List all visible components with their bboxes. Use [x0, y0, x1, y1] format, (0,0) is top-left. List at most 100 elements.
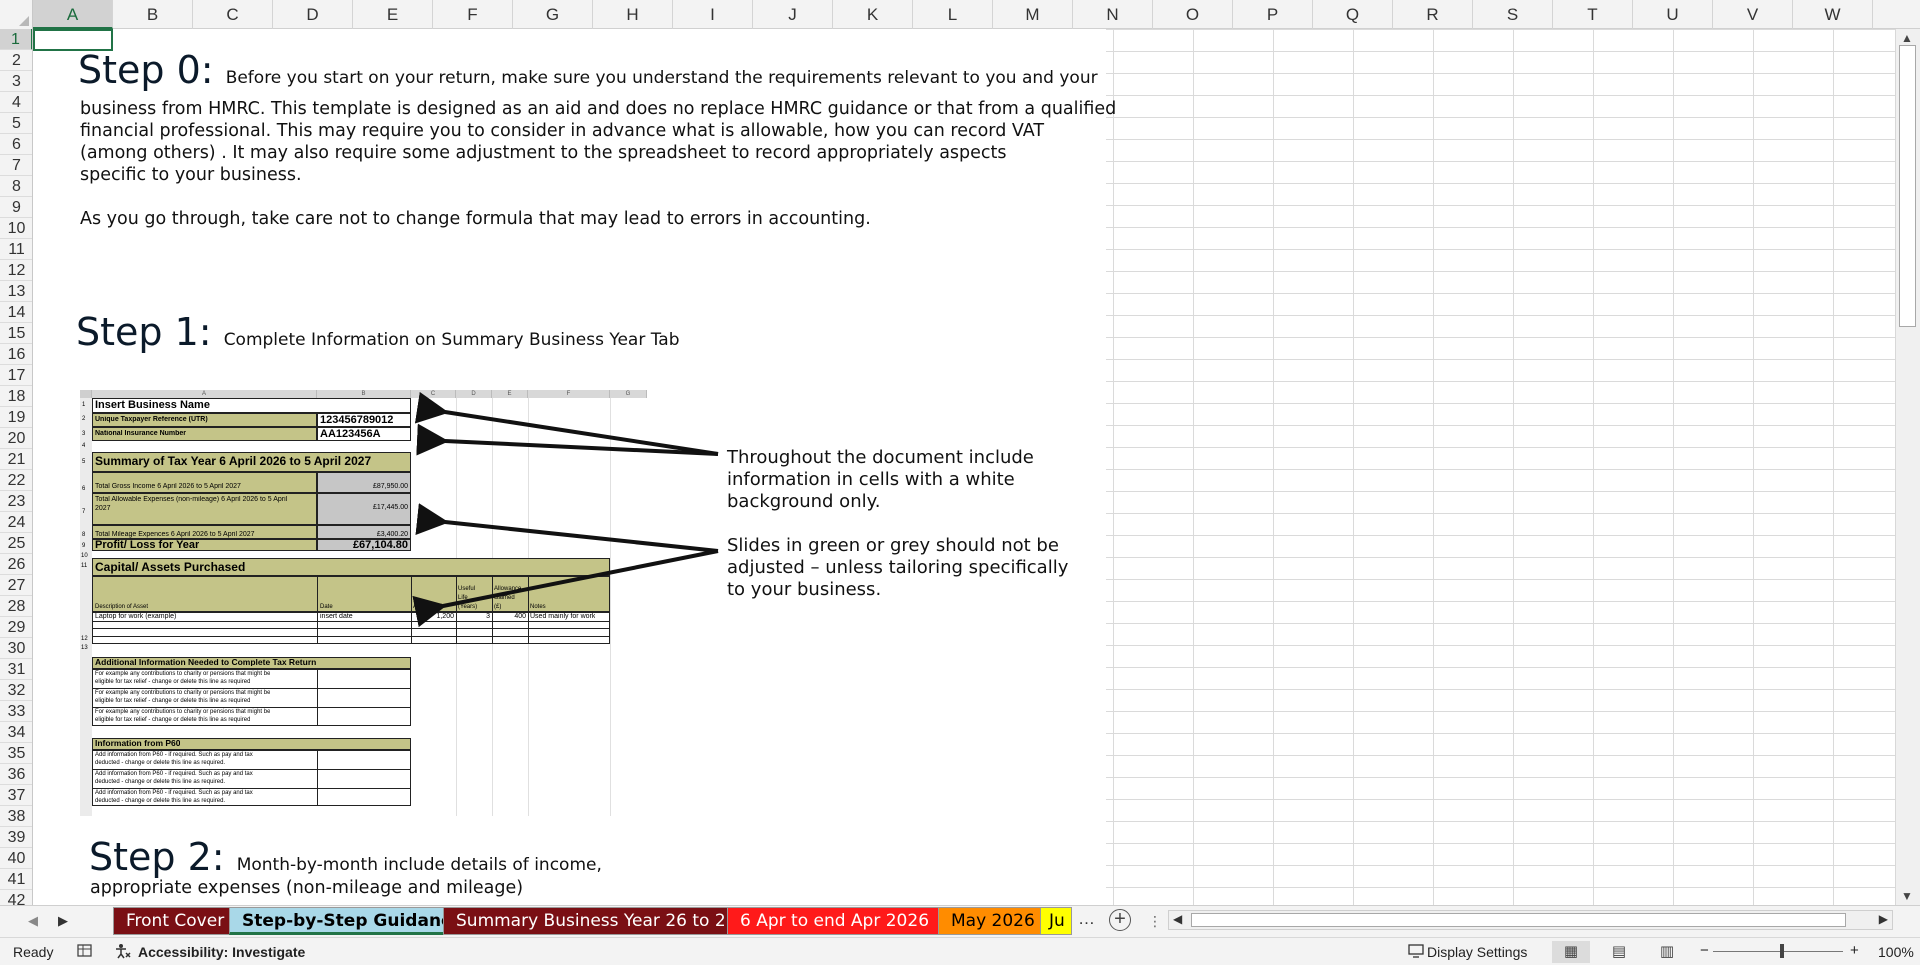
accessibility-icon[interactable] [115, 943, 131, 959]
row-header-23[interactable]: 23 [0, 491, 32, 512]
display-settings-label[interactable]: Display Settings [1427, 944, 1527, 960]
vertical-scroll-thumb[interactable] [1899, 45, 1916, 327]
column-header-e[interactable]: E [353, 0, 433, 29]
column-header-o[interactable]: O [1153, 0, 1233, 29]
column-header-s[interactable]: S [1473, 0, 1553, 29]
tab-next-icon[interactable]: ▶ [58, 913, 68, 929]
row-header-39[interactable]: 39 [0, 827, 32, 848]
column-header-p[interactable]: P [1233, 0, 1313, 29]
row-header-15[interactable]: 15 [0, 323, 32, 344]
row-header-21[interactable]: 21 [0, 449, 32, 470]
select-all-corner[interactable] [0, 0, 33, 29]
row-header-31[interactable]: 31 [0, 659, 32, 680]
row-header-26[interactable]: 26 [0, 554, 32, 575]
row-header-3[interactable]: 3 [0, 71, 32, 92]
row-header-8[interactable]: 8 [0, 176, 32, 197]
column-header-v[interactable]: V [1713, 0, 1793, 29]
row-header-35[interactable]: 35 [0, 743, 32, 764]
zoom-slider-thumb[interactable] [1780, 944, 1784, 958]
row-header-1[interactable]: 1 [0, 29, 32, 50]
row-header-14[interactable]: 14 [0, 302, 32, 323]
row-header-20[interactable]: 20 [0, 428, 32, 449]
summary-tab-screenshot[interactable]: A B C D E F G 1 2 3 4 5 6 7 8 9 10 11 12 [80, 390, 647, 816]
row-header-36[interactable]: 36 [0, 764, 32, 785]
row-header-17[interactable]: 17 [0, 365, 32, 386]
column-header-f[interactable]: F [433, 0, 513, 29]
column-header-j[interactable]: J [753, 0, 833, 29]
row-header-27[interactable]: 27 [0, 575, 32, 596]
column-header-h[interactable]: H [593, 0, 673, 29]
accessibility-status[interactable]: Accessibility: Investigate [138, 944, 305, 960]
scroll-down-icon[interactable]: ▼ [1901, 889, 1913, 903]
row-header-5[interactable]: 5 [0, 113, 32, 134]
column-header-q[interactable]: Q [1313, 0, 1393, 29]
row-header-12[interactable]: 12 [0, 260, 32, 281]
row-header-33[interactable]: 33 [0, 701, 32, 722]
row-header-34[interactable]: 34 [0, 722, 32, 743]
vertical-scrollbar[interactable]: ▲ ▼ [1895, 29, 1920, 905]
row-header-30[interactable]: 30 [0, 638, 32, 659]
column-header-u[interactable]: U [1633, 0, 1713, 29]
column-header-c[interactable]: C [193, 0, 273, 29]
column-header-m[interactable]: M [993, 0, 1073, 29]
column-header-k[interactable]: K [833, 0, 913, 29]
row-header-18[interactable]: 18 [0, 386, 32, 407]
row-header-6[interactable]: 6 [0, 134, 32, 155]
column-header-g[interactable]: G [513, 0, 593, 29]
display-settings-icon[interactable] [1408, 943, 1424, 959]
tab-june-2026[interactable]: Ju [1040, 907, 1072, 935]
column-header-l[interactable]: L [913, 0, 993, 29]
zoom-slider[interactable] [1713, 951, 1843, 952]
column-header-n[interactable]: N [1073, 0, 1153, 29]
tab-step-by-step-guidance[interactable]: Step-by-Step Guidance [229, 907, 476, 935]
row-header-7[interactable]: 7 [0, 155, 32, 176]
page-break-preview-icon[interactable]: ▥ [1648, 941, 1686, 963]
row-header-9[interactable]: 9 [0, 197, 32, 218]
row-header-24[interactable]: 24 [0, 512, 32, 533]
row-header-32[interactable]: 32 [0, 680, 32, 701]
zoom-out-icon[interactable]: − [1700, 942, 1709, 959]
normal-view-icon[interactable]: ▦ [1552, 941, 1590, 963]
scroll-up-icon[interactable]: ▲ [1901, 31, 1913, 45]
column-header-i[interactable]: I [673, 0, 753, 29]
row-header-2[interactable]: 2 [0, 50, 32, 71]
scroll-left-icon[interactable]: ◀ [1173, 912, 1182, 926]
more-tabs-ellipsis[interactable]: … [1078, 909, 1095, 929]
column-header-w[interactable]: W [1793, 0, 1873, 29]
column-header-b[interactable]: B [113, 0, 193, 29]
row-header-11[interactable]: 11 [0, 239, 32, 260]
tab-summary-business-year[interactable]: Summary Business Year 26 to 27 [443, 907, 750, 935]
page-layout-view-icon[interactable]: ▤ [1600, 941, 1638, 963]
horizontal-scroll-thumb[interactable] [1191, 913, 1846, 927]
row-header-40[interactable]: 40 [0, 848, 32, 869]
zoom-level[interactable]: 100% [1878, 944, 1914, 960]
tab-split-handle[interactable]: ⋮ [1148, 913, 1162, 930]
horizontal-scrollbar[interactable]: ◀ ▶ [1168, 910, 1893, 930]
scroll-right-icon[interactable]: ▶ [1879, 912, 1888, 926]
row-header-38[interactable]: 38 [0, 806, 32, 827]
row-header-10[interactable]: 10 [0, 218, 32, 239]
row-header-4[interactable]: 4 [0, 92, 32, 113]
row-header-41[interactable]: 41 [0, 869, 32, 890]
row-header-25[interactable]: 25 [0, 533, 32, 554]
row-header-42[interactable]: 42 [0, 890, 32, 905]
row-header-22[interactable]: 22 [0, 470, 32, 491]
tab-6-apr-to-end-apr-2026[interactable]: 6 Apr to end Apr 2026 [727, 907, 943, 935]
row-header-13[interactable]: 13 [0, 281, 32, 302]
tab-prev-icon[interactable]: ◀ [28, 913, 38, 929]
row-header-29[interactable]: 29 [0, 617, 32, 638]
zoom-in-icon[interactable]: + [1850, 942, 1859, 959]
add-sheet-icon[interactable]: + [1109, 909, 1131, 931]
row-header-37[interactable]: 37 [0, 785, 32, 806]
row-header-19[interactable]: 19 [0, 407, 32, 428]
column-header-a[interactable]: A [33, 0, 113, 29]
column-header-d[interactable]: D [273, 0, 353, 29]
column-header-r[interactable]: R [1393, 0, 1473, 29]
row-header-28[interactable]: 28 [0, 596, 32, 617]
worksheet-grid[interactable]: Step 0: Before you start on your return,… [33, 29, 1895, 905]
macro-record-icon[interactable] [77, 943, 93, 959]
tab-front-cover[interactable]: Front Cover [113, 907, 238, 935]
column-header-t[interactable]: T [1553, 0, 1633, 29]
row-header-16[interactable]: 16 [0, 344, 32, 365]
tab-may-2026[interactable]: May 2026 [938, 907, 1048, 935]
